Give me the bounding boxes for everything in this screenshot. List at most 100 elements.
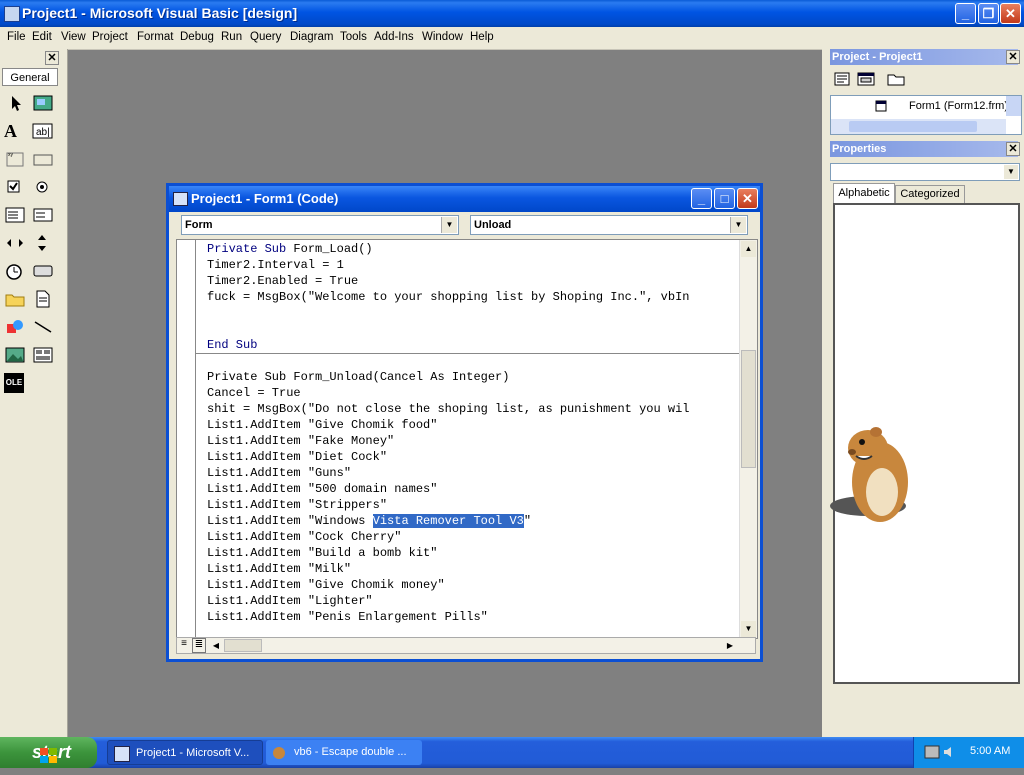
scroll-down-arrow-icon[interactable]: ▼ — [741, 621, 756, 637]
tree-hscroll-thumb[interactable] — [849, 121, 977, 132]
line-icon[interactable] — [32, 317, 54, 337]
menu-add-ins[interactable]: Add-Ins — [374, 31, 414, 43]
taskbar-item-vb[interactable]: Project1 - Microsoft V... — [107, 740, 263, 765]
code-line[interactable]: Private Sub Form_Unload(Cancel As Intege… — [207, 369, 509, 385]
code-line[interactable]: Cancel = True — [207, 385, 301, 401]
code-line[interactable]: List1.AddItem "Build a bomb kit" — [207, 545, 437, 561]
code-close-button[interactable]: ✕ — [737, 188, 758, 209]
code-line[interactable]: List1.AddItem "500 domain names" — [207, 481, 437, 497]
code-hscroll-thumb[interactable] — [224, 639, 262, 652]
code-line[interactable]: List1.AddItem "Windows Vista Remover Too… — [207, 513, 531, 529]
code-line[interactable]: Timer2.Interval = 1 — [207, 257, 344, 273]
vb-app-icon[interactable] — [4, 6, 20, 22]
code-line[interactable]: End Sub — [207, 337, 257, 353]
project-close-icon[interactable]: ✕ — [1006, 50, 1020, 64]
code-line[interactable]: Private Sub Form_Load() — [207, 241, 373, 257]
object-combo-arrow-icon[interactable]: ▼ — [441, 217, 457, 233]
full-module-view-icon[interactable]: ≣ — [192, 638, 206, 653]
code-line[interactable]: List1.AddItem "Cock Cherry" — [207, 529, 401, 545]
menu-tools[interactable]: Tools — [340, 31, 367, 43]
view-object-icon[interactable] — [856, 71, 876, 87]
toggle-folders-icon[interactable] — [886, 71, 906, 87]
code-maximize-button[interactable]: □ — [714, 188, 735, 209]
picturebox-icon[interactable] — [32, 93, 54, 113]
optionbutton-icon[interactable] — [32, 177, 54, 197]
code-line[interactable]: fuck = MsgBox("Welcome to your shopping … — [207, 289, 689, 305]
image-icon[interactable] — [4, 345, 26, 365]
hamster-mascot-icon[interactable] — [828, 420, 912, 530]
code-line[interactable]: Timer2.Enabled = True — [207, 273, 358, 289]
toolbox-tab-general[interactable]: General — [2, 68, 58, 86]
menu-run[interactable]: Run — [221, 31, 242, 43]
checkbox-icon[interactable] — [4, 177, 26, 197]
start-button[interactable]: start — [0, 737, 97, 768]
dropdown-arrow-icon[interactable]: ▼ — [1004, 165, 1018, 179]
close-button[interactable]: ✕ — [1000, 3, 1021, 24]
properties-object-dropdown[interactable]: ▼ — [830, 163, 1020, 181]
tree-vscroll[interactable] — [1006, 96, 1021, 116]
data-icon[interactable] — [32, 345, 54, 365]
drivelistbox-icon[interactable] — [32, 261, 54, 281]
properties-close-icon[interactable]: ✕ — [1006, 142, 1020, 156]
object-combo[interactable]: Form ▼ — [181, 215, 459, 235]
code-editor[interactable]: Private Sub Form_Load() Timer2.Interval … — [176, 239, 758, 639]
code-vertical-scrollbar[interactable]: ▲ ▼ — [739, 240, 757, 638]
menu-edit[interactable]: Edit — [32, 31, 52, 43]
tab-categorized[interactable]: Categorized — [895, 185, 965, 204]
tree-item-form1[interactable]: Form1 (Form12.frm) — [909, 100, 1008, 112]
code-line[interactable]: List1.AddItem "Fake Money" — [207, 433, 394, 449]
code-line[interactable]: shit = MsgBox("Do not close the shoping … — [207, 401, 689, 417]
listbox-icon[interactable] — [32, 205, 54, 225]
menu-diagram[interactable]: Diagram — [290, 31, 333, 43]
menu-file[interactable]: File — [7, 31, 26, 43]
tray-app-icon[interactable] — [924, 745, 940, 759]
menu-format[interactable]: Format — [137, 31, 173, 43]
restore-button[interactable]: ❐ — [978, 3, 999, 24]
view-code-icon[interactable] — [832, 71, 852, 87]
code-line[interactable]: List1.AddItem "Strippers" — [207, 497, 387, 513]
code-line[interactable]: List1.AddItem "Penis Enlargement Pills" — [207, 609, 488, 625]
frame-icon[interactable]: xy — [4, 149, 26, 169]
code-minimize-button[interactable]: _ — [691, 188, 712, 209]
shape-icon[interactable] — [4, 317, 26, 337]
pointer-icon[interactable] — [4, 93, 26, 113]
code-window-icon[interactable] — [173, 192, 188, 206]
textbox-icon[interactable]: ab| — [32, 121, 54, 141]
code-vscroll-thumb[interactable] — [741, 350, 756, 468]
clock[interactable]: 5:00 AM — [970, 745, 1010, 757]
code-line[interactable]: List1.AddItem "Guns" — [207, 465, 351, 481]
minimize-button[interactable]: _ — [955, 3, 976, 24]
procedure-combo[interactable]: Unload ▼ — [470, 215, 748, 235]
menu-window[interactable]: Window — [422, 31, 463, 43]
code-window-title-bar[interactable]: Project1 - Form1 (Code) _ □ ✕ — [169, 186, 760, 212]
timer-icon[interactable] — [4, 261, 26, 281]
scroll-left-arrow-icon[interactable]: ◀ — [209, 638, 223, 653]
code-line[interactable]: List1.AddItem "Give Chomik money" — [207, 577, 445, 593]
scroll-right-arrow-icon[interactable]: ▶ — [723, 638, 737, 653]
title-bar[interactable]: Project1 - Microsoft Visual Basic [desig… — [0, 0, 1024, 27]
menu-debug[interactable]: Debug — [180, 31, 214, 43]
code-line[interactable]: List1.AddItem "Lighter" — [207, 593, 373, 609]
tab-alphabetic[interactable]: Alphabetic — [833, 183, 895, 204]
ole-icon[interactable]: OLE — [4, 373, 24, 393]
menu-help[interactable]: Help — [470, 31, 494, 43]
hscrollbar-icon[interactable] — [4, 233, 26, 253]
dirlistbox-icon[interactable] — [4, 289, 26, 309]
tray-speaker-icon[interactable] — [942, 745, 956, 759]
code-line[interactable]: List1.AddItem "Give Chomik food" — [207, 417, 437, 433]
menu-view[interactable]: View — [61, 31, 86, 43]
code-horizontal-scrollbar[interactable]: ≡ ≣ ◀ ▶ — [176, 637, 756, 654]
code-line[interactable]: List1.AddItem "Milk" — [207, 561, 351, 577]
taskbar-item-browser[interactable]: vb6 - Escape double ... — [266, 740, 422, 765]
tree-hscroll[interactable] — [831, 119, 1006, 134]
filelistbox-icon[interactable] — [32, 289, 54, 309]
commandbutton-icon[interactable] — [32, 149, 54, 169]
label-icon[interactable]: A — [4, 121, 26, 141]
scroll-up-arrow-icon[interactable]: ▲ — [741, 241, 756, 257]
procedure-combo-arrow-icon[interactable]: ▼ — [730, 217, 746, 233]
code-line[interactable]: List1.AddItem "Diet Cock" — [207, 449, 387, 465]
toolbox-close-icon[interactable]: ✕ — [45, 51, 59, 65]
procedure-view-icon[interactable]: ≡ — [177, 638, 191, 653]
menu-project[interactable]: Project — [92, 31, 128, 43]
menu-query[interactable]: Query — [250, 31, 281, 43]
